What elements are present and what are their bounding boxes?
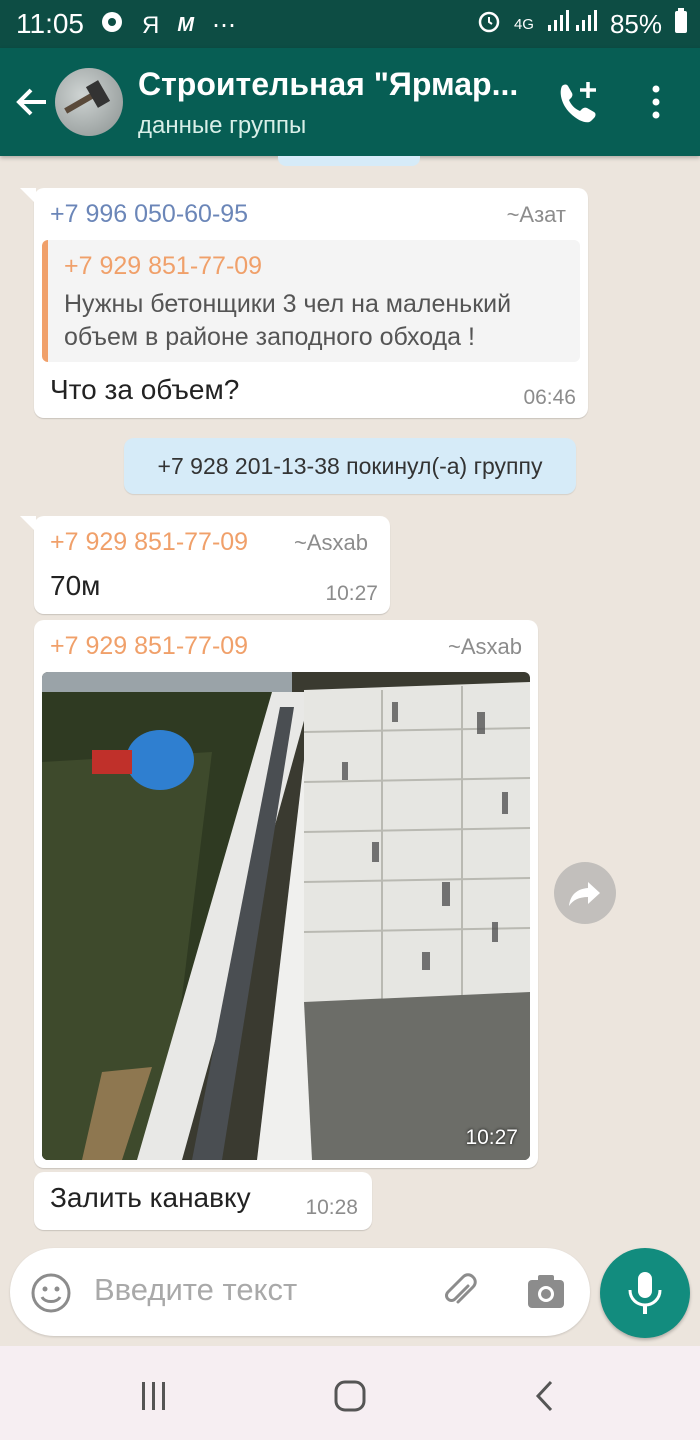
system-nav-bar: [0, 1346, 700, 1440]
message-alias: ~Asxab: [294, 530, 368, 555]
quoted-text: Нужны бетонщики 3 чел на маленький объем…: [64, 290, 512, 351]
signal-icon: [546, 9, 598, 40]
attach-icon[interactable]: [438, 1270, 482, 1314]
message-bubble[interactable]: +7 929 851-77-09 ~Asxab 70м 10:27: [20, 516, 390, 614]
group-subtitle[interactable]: данные группы: [138, 112, 306, 140]
alarm-icon: [476, 8, 502, 41]
carrier-label: Я: [142, 11, 160, 39]
message-text: Что за объем?: [50, 374, 240, 405]
message-text: 70м: [50, 570, 101, 601]
message-bubble[interactable]: +7 996 050-60-95 ~Азат +7 929 851-77-09 …: [20, 188, 588, 418]
forward-icon[interactable]: [554, 862, 616, 924]
quoted-sender: +7 929 851-77-09: [64, 252, 263, 280]
more-vert-icon[interactable]: [640, 82, 672, 122]
message-time: 10:27: [325, 582, 378, 605]
chrome-icon: [100, 10, 124, 41]
back-arrow-icon[interactable]: [12, 82, 52, 122]
chat-area[interactable]: +7 996 050-60-95 ~Азат +7 929 851-77-09 …: [0, 156, 700, 1250]
previous-message-peek: [278, 156, 420, 166]
message-sender[interactable]: +7 929 851-77-09: [50, 632, 248, 661]
group-title[interactable]: Строительная "Ярмар...: [138, 66, 538, 103]
message-alias: ~Asxab: [448, 634, 522, 659]
recent-apps-icon[interactable]: [134, 1376, 174, 1416]
add-call-icon[interactable]: [552, 78, 600, 126]
more-notifications-icon: ⋯: [212, 12, 237, 39]
message-sender[interactable]: +7 996 050-60-95: [50, 200, 248, 229]
quoted-message[interactable]: +7 929 851-77-09 Нужны бетонщики 3 чел н…: [42, 240, 580, 362]
message-sender[interactable]: +7 929 851-77-09: [50, 528, 248, 557]
message-input[interactable]: Введите текст: [94, 1272, 297, 1308]
group-avatar[interactable]: [55, 68, 123, 136]
back-icon[interactable]: [526, 1376, 566, 1416]
system-message: +7 928 201-13-38 покинул(-а) группу: [124, 438, 576, 494]
gmail-icon: M: [177, 14, 195, 36]
message-bubble[interactable]: Залить канавку 10:28: [34, 1172, 372, 1230]
message-input-bar: Введите текст: [10, 1248, 590, 1336]
mic-icon[interactable]: [600, 1248, 690, 1338]
message-time: 06:46: [523, 386, 576, 409]
image-message-bubble[interactable]: +7 929 851-77-09 ~Asxab 10:27: [34, 620, 538, 1168]
network-label: 4G: [513, 16, 534, 33]
status-bar: 11:05 Я M ⋯ 4G 85%: [0, 0, 700, 48]
message-time: 10:28: [305, 1196, 358, 1219]
status-time: 11:05: [16, 8, 84, 39]
chat-header: Строительная "Ярмар... данные группы: [0, 48, 700, 156]
battery-label: 85%: [609, 9, 662, 39]
emoji-icon[interactable]: [30, 1272, 72, 1314]
battery-icon: [674, 8, 688, 41]
message-text: Залить канавку: [50, 1182, 251, 1213]
camera-icon[interactable]: [524, 1270, 568, 1314]
home-icon[interactable]: [330, 1376, 370, 1416]
image-time: 10:27: [465, 1126, 518, 1149]
construction-photo[interactable]: 10:27: [42, 672, 530, 1160]
message-alias: ~Азат: [506, 202, 566, 227]
